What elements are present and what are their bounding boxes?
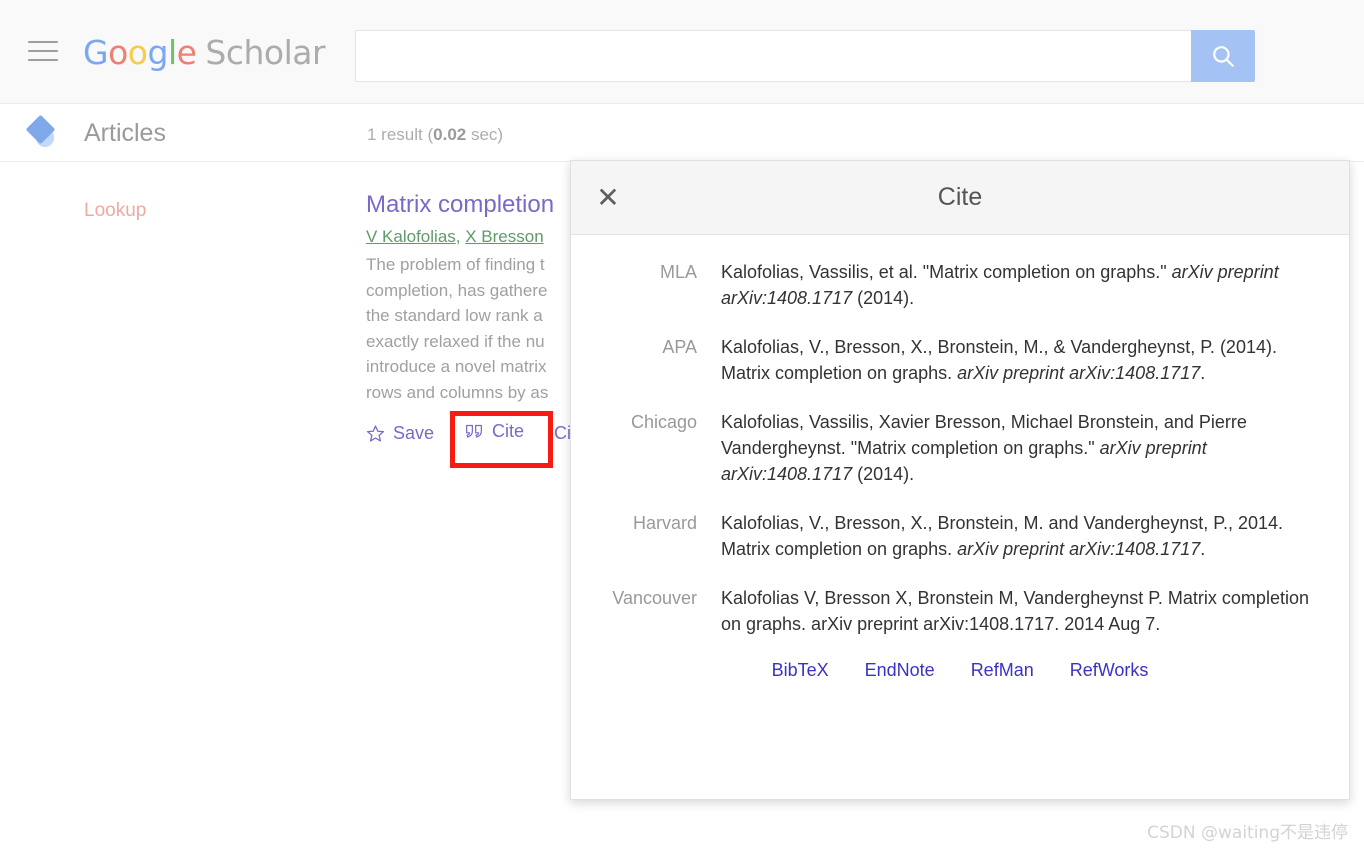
save-button[interactable]: Save xyxy=(366,423,434,444)
citation-row: Harvard Kalofolias, V., Bresson, X., Bro… xyxy=(601,510,1319,562)
logo-letter-g1: G xyxy=(83,33,109,72)
search-button[interactable] xyxy=(1191,30,1255,82)
page-title: Articles xyxy=(84,119,166,147)
search-input[interactable] xyxy=(355,30,1191,82)
cite-dialog-header: ✕ Cite xyxy=(571,161,1349,235)
result-count: 1 result (0.02 sec) xyxy=(367,123,503,147)
export-link-refworks[interactable]: RefWorks xyxy=(1070,660,1149,681)
citation-style-label[interactable]: Harvard xyxy=(601,510,721,562)
cite-button-highlight-wrapper: Cite xyxy=(450,411,554,468)
result-count-suffix: sec) xyxy=(466,125,504,144)
scholar-cap-icon xyxy=(24,114,64,150)
logo-letter-g2: g xyxy=(147,33,168,72)
citation-text[interactable]: Kalofolias, Vassilis, Xavier Bresson, Mi… xyxy=(721,409,1319,487)
citation-part: Kalofolias V, Bresson X, Bronstein M, Va… xyxy=(721,588,1309,634)
logo-letter-o2: o xyxy=(127,33,148,72)
export-links-row: BibTeX EndNote RefMan RefWorks xyxy=(601,660,1319,681)
cite-dialog-title: Cite xyxy=(937,183,983,211)
export-link-refman[interactable]: RefMan xyxy=(971,660,1034,681)
citation-part: Kalofolias, Vassilis, et al. "Matrix com… xyxy=(721,262,1172,282)
result-count-time: 0.02 xyxy=(433,125,467,144)
hamburger-bar xyxy=(28,50,58,52)
cited-by-label: Ci xyxy=(554,422,572,443)
citation-text[interactable]: Kalofolias, Vassilis, et al. "Matrix com… xyxy=(721,259,1319,311)
citation-row: Vancouver Kalofolias V, Bresson X, Brons… xyxy=(601,585,1319,637)
logo-word-scholar: Scholar xyxy=(205,33,326,72)
citation-text[interactable]: Kalofolias, V., Bresson, X., Bronstein, … xyxy=(721,510,1319,562)
cite-dialog-body: MLA Kalofolias, Vassilis, et al. "Matrix… xyxy=(571,235,1349,681)
cite-button-label: Cite xyxy=(492,421,525,441)
citation-text[interactable]: Kalofolias V, Bresson X, Bronstein M, Va… xyxy=(721,585,1319,637)
citation-part: . xyxy=(1200,363,1206,383)
author-link[interactable]: X Bresson xyxy=(465,227,543,246)
quote-icon xyxy=(464,423,484,441)
citation-part-italic: arXiv preprint arXiv:1408.1717 xyxy=(957,539,1201,559)
save-button-label: Save xyxy=(393,422,435,443)
hamburger-menu-icon[interactable] xyxy=(28,38,58,66)
cited-by-button[interactable]: Ci xyxy=(554,423,571,444)
logo-letter-o1: o xyxy=(108,33,128,72)
author-separator: , xyxy=(455,227,466,246)
citation-style-label[interactable]: Chicago xyxy=(601,409,721,487)
author-link[interactable]: V Kalofolias xyxy=(366,227,456,246)
watermark: CSDN @waiting不是违停 xyxy=(1147,823,1348,843)
citation-style-label[interactable]: APA xyxy=(601,334,721,386)
search-icon xyxy=(1213,46,1234,67)
export-link-endnote[interactable]: EndNote xyxy=(865,660,935,681)
cite-dialog: ✕ Cite MLA Kalofolias, Vassilis, et al. … xyxy=(570,160,1350,800)
logo-letter-e1: e xyxy=(176,33,197,72)
citation-style-label[interactable]: Vancouver xyxy=(601,585,721,637)
citation-row: Chicago Kalofolias, Vassilis, Xavier Bre… xyxy=(601,409,1319,487)
logo-letter-l1: l xyxy=(167,33,177,72)
page-header: Google Scholar xyxy=(0,0,1364,104)
sidebar-item-lookup[interactable]: Lookup xyxy=(84,198,146,224)
citation-part: . xyxy=(1200,539,1206,559)
hamburger-bar xyxy=(28,59,58,61)
close-icon[interactable]: ✕ xyxy=(588,178,628,218)
export-link-bibtex[interactable]: BibTeX xyxy=(772,660,829,681)
result-count-prefix: 1 result ( xyxy=(367,125,434,144)
cite-button[interactable]: Cite xyxy=(464,421,524,442)
citation-style-label[interactable]: MLA xyxy=(601,259,721,311)
citation-row: APA Kalofolias, V., Bresson, X., Bronste… xyxy=(601,334,1319,386)
citation-part: (2014). xyxy=(852,288,915,308)
search-bar xyxy=(355,30,1255,82)
citation-part: (2014). xyxy=(852,464,915,484)
results-subheader xyxy=(0,104,1364,162)
google-scholar-logo[interactable]: Google Scholar xyxy=(83,33,326,73)
citation-part-italic: arXiv preprint arXiv:1408.1717 xyxy=(957,363,1201,383)
citation-row: MLA Kalofolias, Vassilis, et al. "Matrix… xyxy=(601,259,1319,311)
citation-text[interactable]: Kalofolias, V., Bresson, X., Bronstein, … xyxy=(721,334,1319,386)
hamburger-bar xyxy=(28,41,58,43)
star-icon xyxy=(366,424,385,443)
